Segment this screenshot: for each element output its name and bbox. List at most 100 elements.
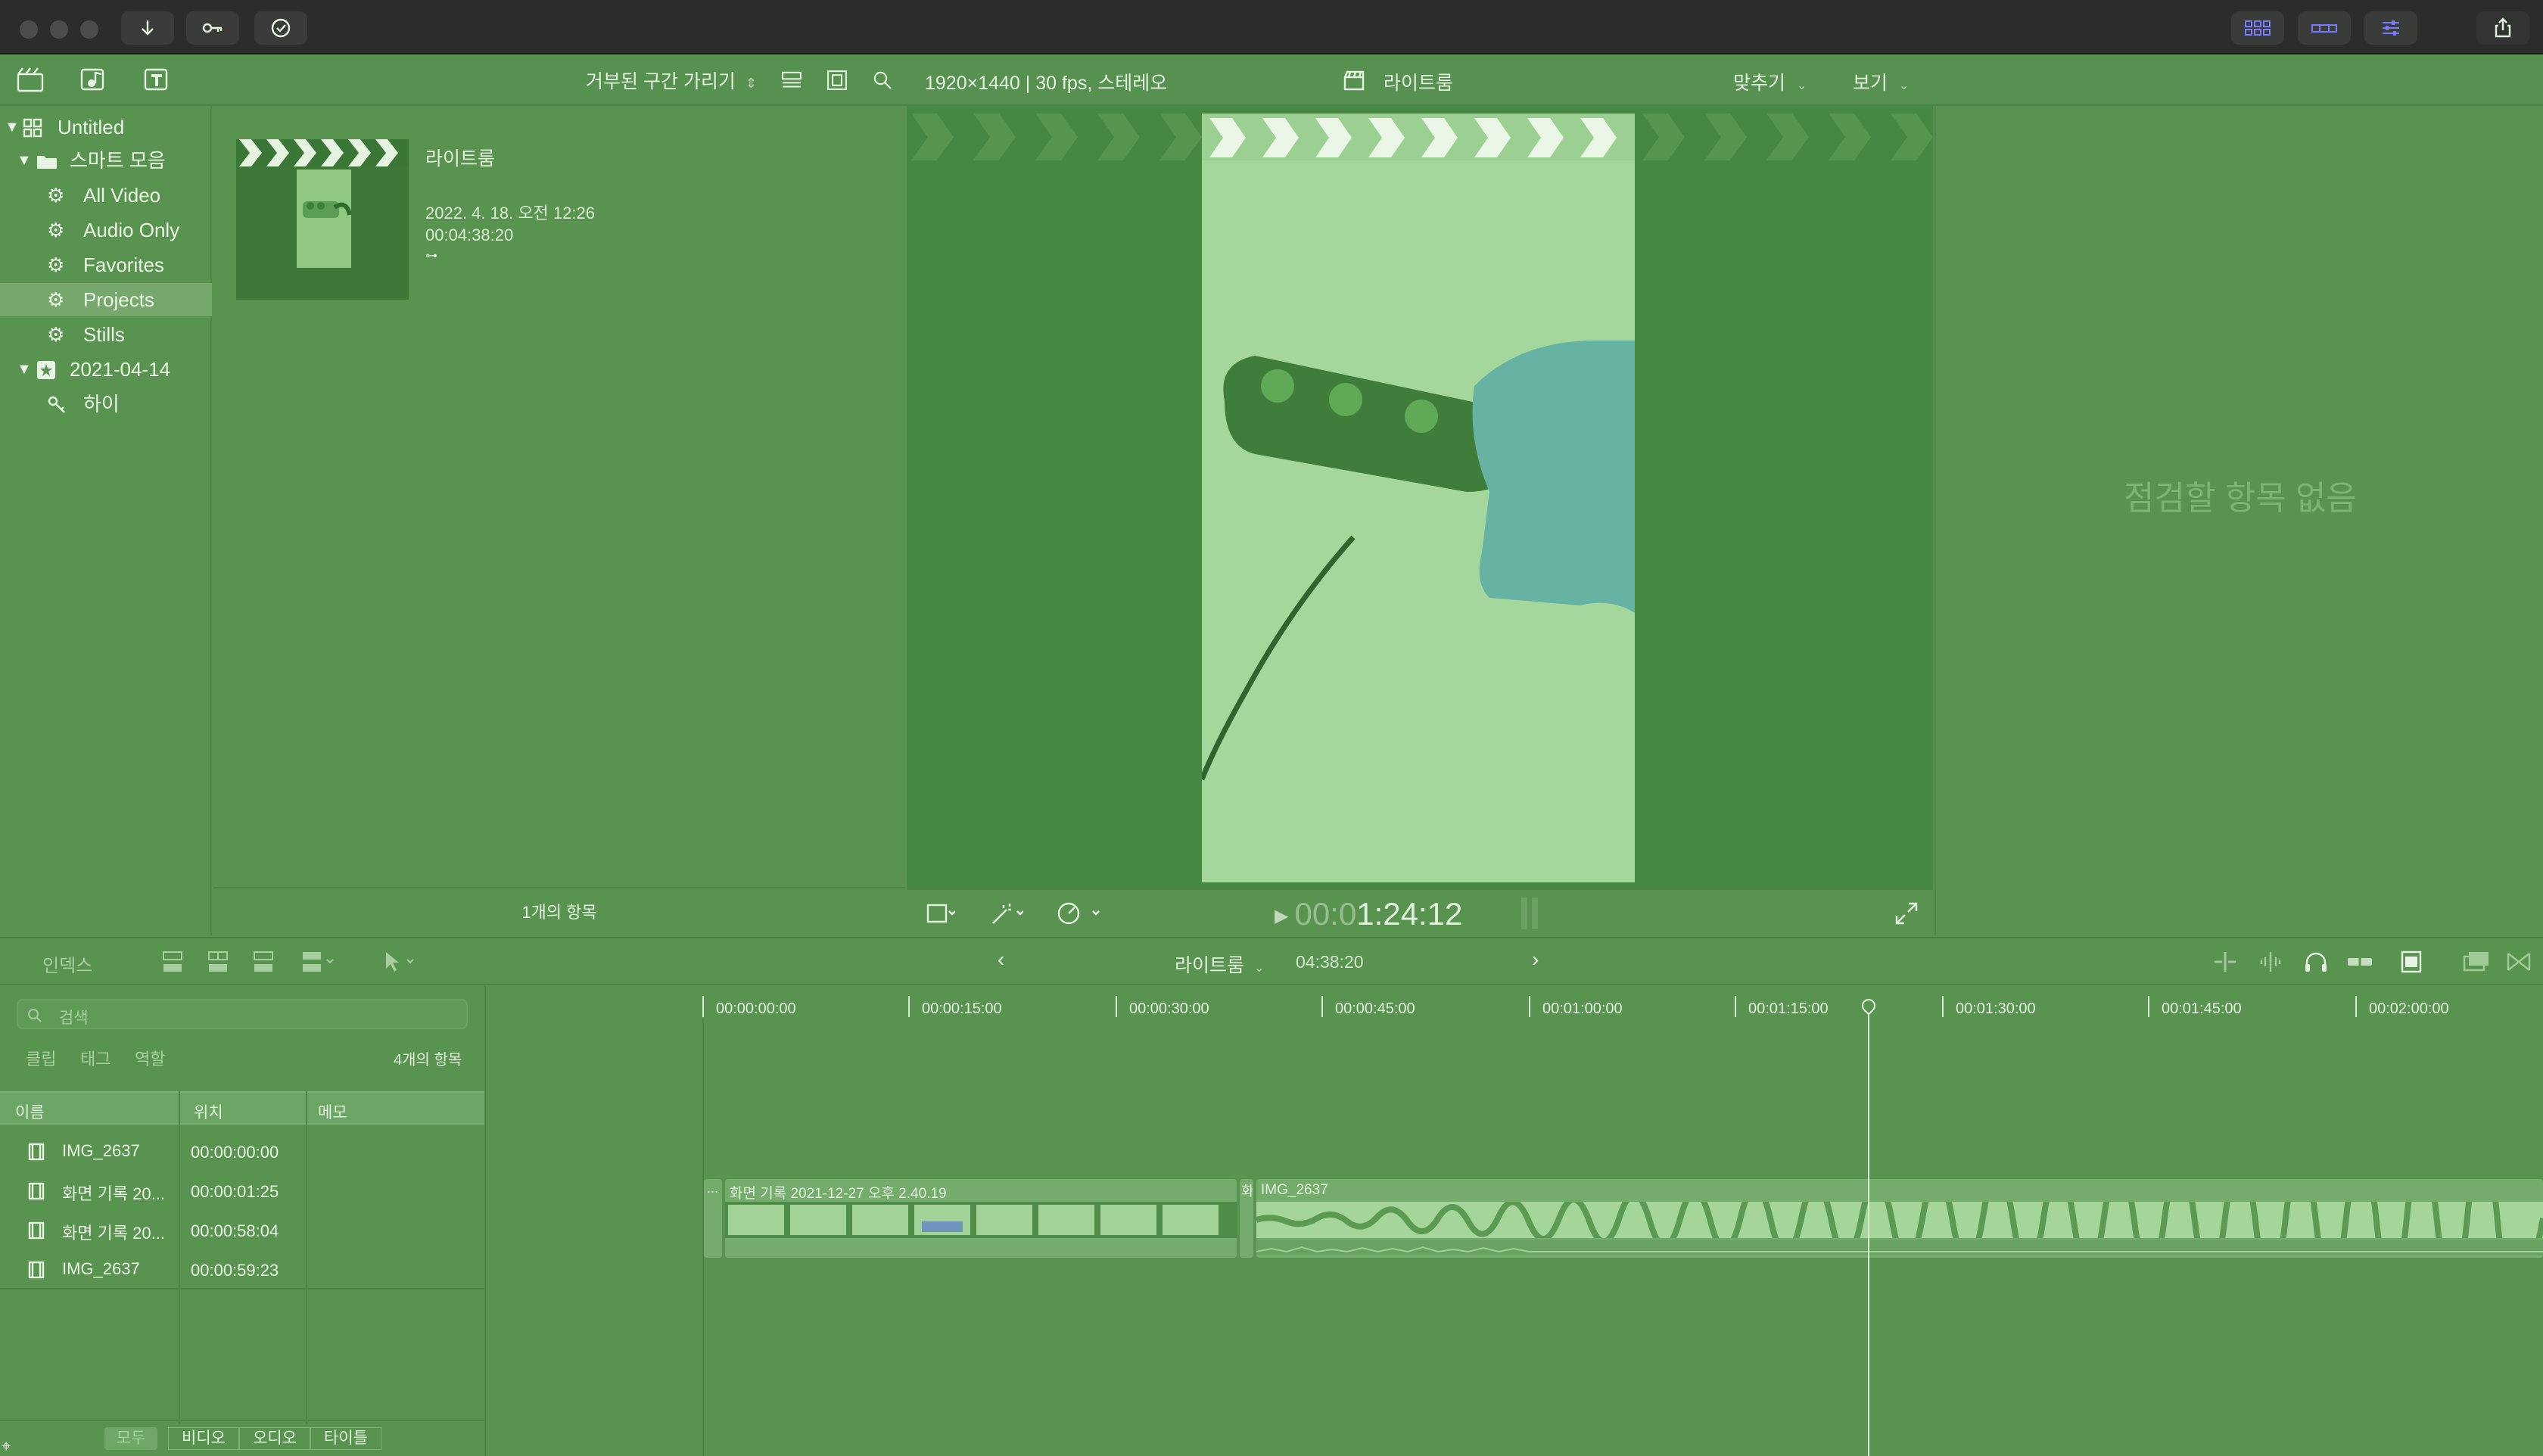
- disclosure-triangle-icon[interactable]: ▼: [5, 110, 20, 144]
- sidebar-item-audio-only[interactable]: ⚙ Audio Only: [0, 213, 212, 247]
- titles-generators-icon[interactable]: [142, 65, 173, 95]
- clapper-icon: [1343, 70, 1365, 95]
- table-row[interactable]: 화면 기록 20... 00:00:58:04: [0, 1211, 484, 1249]
- checkmark-circle-icon: [271, 18, 291, 38]
- share-button[interactable]: [2476, 11, 2529, 45]
- sidebar-item-label: Untitled: [58, 116, 125, 138]
- gear-icon: ⚙: [47, 184, 65, 207]
- transitions-browser-icon[interactable]: [2505, 949, 2532, 978]
- search-input[interactable]: 검색: [17, 999, 468, 1029]
- close-window-button[interactable]: [20, 20, 38, 39]
- retime-speed-icon[interactable]: [1057, 901, 1102, 930]
- column-position[interactable]: 위치: [194, 1100, 223, 1123]
- select-tool-icon[interactable]: [380, 949, 425, 978]
- browser-toggle-button[interactable]: [2231, 11, 2284, 45]
- connect-clip-icon[interactable]: [159, 949, 186, 978]
- disclosure-triangle-icon[interactable]: ▼: [17, 353, 32, 386]
- video-frame-image: [1199, 114, 1635, 882]
- viewer-timecode[interactable]: ▶ 00:01:24:12: [1275, 896, 1462, 932]
- browser: 라이트룸 2022. 4. 18. 오전 12:26 00:04:38:20 ⊶: [213, 106, 905, 935]
- inspector-toggle-button[interactable]: [2364, 11, 2417, 45]
- skimming-icon[interactable]: [2212, 950, 2239, 977]
- filter-titles-button[interactable]: 타이틀: [310, 1427, 381, 1450]
- transform-icon[interactable]: [925, 901, 956, 930]
- row-position: 00:00:59:23: [191, 1261, 279, 1280]
- sidebar-item-keyword-hi[interactable]: 하이: [0, 387, 212, 421]
- zoom-window-button[interactable]: [80, 20, 98, 39]
- filter-video-button[interactable]: 비디오: [168, 1427, 239, 1450]
- timeline-ruler[interactable]: 00:00:00:00 00:00:15:00 00:00:30:00 00:0…: [487, 985, 2543, 1019]
- table-row[interactable]: IMG_2637 00:00:59:23: [0, 1250, 484, 1288]
- play-icon[interactable]: ▶: [1275, 906, 1288, 926]
- project-duration: 00:04:38:20: [425, 226, 514, 244]
- minimize-window-button[interactable]: [50, 20, 68, 39]
- libraries-icon[interactable]: [15, 65, 45, 95]
- filter-all-button[interactable]: 모두: [104, 1427, 157, 1450]
- tab-roles[interactable]: 역할: [135, 1046, 165, 1070]
- film-icon: [28, 1261, 45, 1279]
- project-thumbnail[interactable]: [236, 139, 409, 300]
- sidebar-item-stills[interactable]: ⚙ Stills: [0, 318, 212, 351]
- viewer-title: 라이트룸: [1384, 73, 1454, 94]
- view-dropdown[interactable]: 보기 ⌄: [1853, 68, 1909, 95]
- sidebar-item-projects[interactable]: ⚙ Projects: [0, 283, 212, 316]
- disclosure-triangle-icon[interactable]: ▼: [17, 144, 32, 177]
- clip-appearance-icon[interactable]: [777, 65, 807, 95]
- history-forward-icon[interactable]: ›: [1532, 947, 1539, 972]
- filmstrip-icon[interactable]: [822, 65, 852, 95]
- zoom-fit-dropdown[interactable]: 맞추기 ⌄: [1733, 68, 1807, 95]
- background-tasks-button[interactable]: [254, 11, 307, 45]
- column-notes[interactable]: 메모: [318, 1100, 347, 1123]
- hide-rejected-label: 거부된 구간 가리기: [586, 71, 736, 92]
- timeline-clip[interactable]: 화면 기록 2021-12-27 오후 2.40.19: [725, 1179, 1237, 1258]
- fullscreen-icon[interactable]: [1894, 901, 1919, 930]
- headphones-icon[interactable]: [2302, 950, 2330, 977]
- folder-icon: [37, 156, 57, 169]
- clip-filmstrip: [1256, 1179, 2543, 1258]
- tab-clips[interactable]: 클립: [26, 1046, 56, 1070]
- row-position: 00:00:58:04: [191, 1221, 279, 1240]
- timeline-clip[interactable]: IMG_2637: [1256, 1179, 2543, 1258]
- append-clip-icon[interactable]: [250, 949, 277, 978]
- timeline-toggle-button[interactable]: [2298, 11, 2351, 45]
- crosshair-icon: ⌖: [2, 1436, 11, 1455]
- solo-icon[interactable]: [2345, 950, 2375, 977]
- table-row[interactable]: 화면 기록 20... 00:00:01:25: [0, 1171, 484, 1209]
- playhead-line[interactable]: [1868, 1013, 1869, 1456]
- ruler-label: 00:01:00:00: [1542, 1000, 1623, 1017]
- updown-chevron-icon: ⇕: [745, 76, 757, 91]
- history-back-icon[interactable]: ‹: [998, 947, 1004, 972]
- timeline-clip[interactable]: ...: [704, 1179, 722, 1258]
- effects-browser-icon[interactable]: [2461, 949, 2492, 978]
- search-icon[interactable]: [867, 65, 898, 95]
- filter-audio-button[interactable]: 오디오: [239, 1427, 310, 1450]
- overwrite-clip-icon[interactable]: [298, 949, 344, 978]
- row-position: 00:00:01:25: [191, 1182, 279, 1201]
- enhance-wand-icon[interactable]: [990, 901, 1024, 930]
- index-item-count: 4개의 항목: [394, 1052, 462, 1069]
- clip-appearance-icon[interactable]: [2398, 949, 2425, 978]
- tab-tags[interactable]: 태그: [80, 1046, 110, 1070]
- project-name-dropdown[interactable]: 라이트룸 ⌄: [1175, 950, 1264, 978]
- timeline-clip[interactable]: 화: [1240, 1179, 1254, 1258]
- sidebar-item-smart-collections[interactable]: ▼ 스마트 모음: [0, 144, 212, 177]
- sidebar-item-library[interactable]: ▼ Untitled: [0, 110, 212, 144]
- sidebar-item-label: Stills: [83, 323, 125, 346]
- ruler-label: 00:00:00:00: [716, 1000, 796, 1017]
- import-button[interactable]: [121, 11, 174, 45]
- photos-audio-icon[interactable]: [79, 65, 109, 95]
- hide-rejected-dropdown[interactable]: 거부된 구간 가리기 ⇕: [586, 67, 757, 94]
- sidebar-item-event[interactable]: ▼ 2021-04-14: [0, 353, 212, 386]
- table-row[interactable]: IMG_2637 00:00:00:00: [0, 1132, 484, 1170]
- timecode-dim: 00:0: [1294, 896, 1357, 932]
- insert-clip-icon[interactable]: [204, 949, 232, 978]
- inspector: 점검할 항목 없음: [1934, 106, 2543, 935]
- keywords-button[interactable]: [186, 11, 239, 45]
- audio-skimming-icon[interactable]: [2257, 950, 2284, 977]
- sidebar-item-label: 하이: [83, 393, 120, 415]
- audio-meter-right: [1532, 898, 1538, 929]
- sidebar-item-all-video[interactable]: ⚙ All Video: [0, 179, 212, 212]
- sidebar-item-favorites[interactable]: ⚙ Favorites: [0, 248, 212, 282]
- index-button[interactable]: 인덱스: [42, 950, 92, 977]
- column-name[interactable]: 이름: [15, 1100, 45, 1123]
